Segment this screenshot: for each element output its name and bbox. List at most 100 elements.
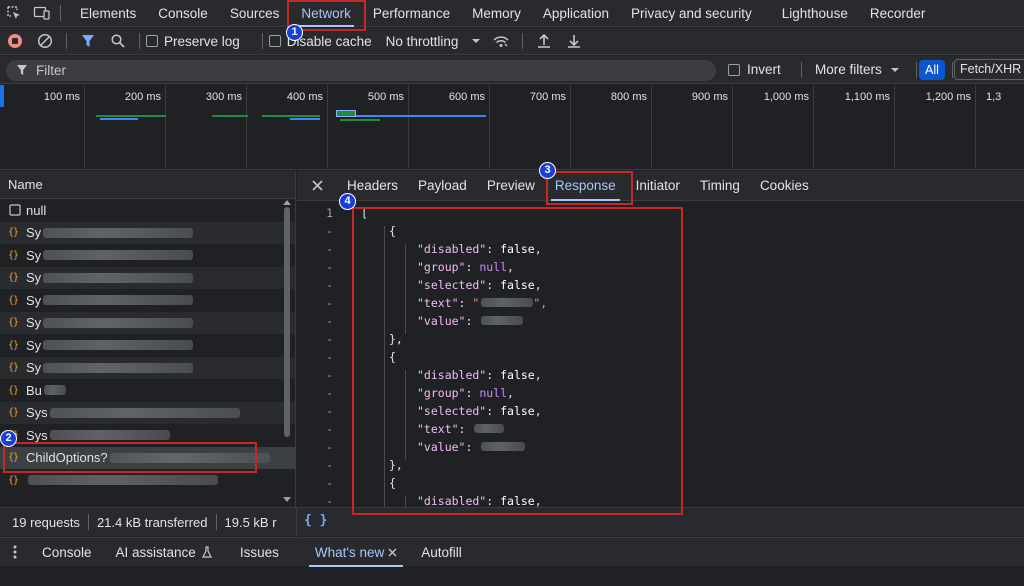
status-bar: 19 requests 21.4 kB transferred 19.5 kB …	[0, 507, 1024, 537]
json-icon: {}	[8, 339, 19, 351]
tab-performance[interactable]: Performance	[362, 0, 461, 27]
filter-fetch-xhr-chip[interactable]: Fetch/XHR	[954, 59, 1024, 80]
annotation-badge: 2	[0, 430, 17, 447]
redacted-text	[43, 362, 194, 373]
redacted-text	[49, 430, 170, 441]
close-icon[interactable]	[388, 548, 397, 557]
annotation-badge: 3	[539, 162, 556, 179]
import-har-icon[interactable]	[529, 28, 559, 55]
export-har-icon[interactable]	[559, 28, 589, 55]
redacted-text	[43, 340, 194, 351]
scroll-down-icon[interactable]	[283, 497, 291, 502]
search-icon[interactable]	[103, 28, 133, 55]
redacted-text	[49, 407, 240, 418]
tab-privacy-security[interactable]: Privacy and security	[620, 0, 763, 27]
list-item[interactable]: {}Sys	[0, 424, 295, 447]
tab-lighthouse[interactable]: Lighthouse	[771, 0, 859, 27]
list-item[interactable]: {}	[0, 469, 295, 492]
timeline-tick: 200 ms	[85, 85, 166, 169]
json-icon: {}	[8, 317, 19, 329]
timeline-tick: 900 ms	[652, 85, 733, 169]
filter-all-chip[interactable]: All	[919, 60, 945, 80]
redacted-text	[43, 295, 194, 306]
flask-icon	[201, 546, 212, 558]
request-name: Sys	[26, 427, 48, 443]
list-item[interactable]: {} Sy	[0, 266, 295, 289]
network-conditions-icon[interactable]	[486, 28, 516, 55]
dropdown-arrow-icon[interactable]	[466, 38, 486, 44]
drawer-tab-whats-new[interactable]: What's new	[303, 538, 409, 567]
clear-icon[interactable]	[30, 28, 60, 55]
drawer-tab-autofill[interactable]: Autofill	[409, 538, 474, 567]
toolbar-divider	[522, 33, 524, 49]
tab-memory[interactable]: Memory	[461, 0, 532, 27]
tab-network[interactable]: Network	[290, 0, 362, 27]
tab-sources[interactable]: Sources	[219, 0, 291, 27]
device-toolbar-icon[interactable]	[28, 0, 56, 27]
more-options-icon[interactable]	[0, 538, 30, 567]
scroll-up-icon[interactable]	[283, 200, 291, 205]
name-column-header[interactable]: Name	[0, 171, 295, 199]
redacted-text	[43, 250, 194, 261]
filter-input[interactable]: Filter	[6, 60, 716, 81]
invert-checkbox[interactable]	[728, 64, 740, 76]
timeline-tick: 800 ms	[571, 85, 652, 169]
disable-cache-checkbox[interactable]	[268, 35, 281, 47]
drawer-tab-console[interactable]: Console	[30, 538, 104, 567]
tab-recorder[interactable]: Recorder	[859, 0, 937, 27]
timeline-tick: 700 ms	[490, 85, 571, 169]
list-item[interactable]: {} Sy	[0, 244, 295, 267]
timeline-bar	[262, 115, 320, 117]
list-item-selected[interactable]: {} ChildOptions?	[0, 446, 295, 469]
request-count: 19 requests	[12, 514, 80, 530]
scrollbar-thumb[interactable]	[284, 207, 290, 437]
tab-initiator[interactable]: Initiator	[626, 171, 690, 201]
request-name: Sy	[26, 315, 42, 331]
preserve-log-checkbox[interactable]	[146, 35, 158, 47]
redacted-text	[43, 385, 66, 396]
doc-icon	[8, 204, 22, 216]
filter-funnel-icon[interactable]	[73, 28, 103, 55]
list-item[interactable]: {} Sy	[0, 356, 295, 379]
code-line: - "disabled": false,	[326, 494, 542, 507]
network-overview[interactable]: 100 ms 200 ms 300 ms 400 ms 500 ms 600 m…	[0, 85, 1024, 170]
json-icon: {}	[8, 474, 19, 486]
inspect-element-icon[interactable]	[0, 0, 28, 27]
filter-funnel-icon	[16, 64, 28, 76]
list-item[interactable]: null	[0, 199, 295, 222]
drawer-tab-issues[interactable]: Issues	[228, 538, 291, 567]
list-item[interactable]: {} Sy	[0, 221, 295, 244]
list-item[interactable]: {} Sy	[0, 311, 295, 334]
code-line: - "selected": false,	[326, 404, 542, 418]
response-code-viewer[interactable]: 1[ -{ - "disabled": false, - "group": null…	[297, 202, 1024, 507]
tab-timing[interactable]: Timing	[690, 171, 750, 201]
request-name: Sy	[26, 360, 42, 376]
redacted-text	[28, 475, 218, 486]
code-line: - "text": " ",	[326, 296, 548, 310]
filter-bar: Filter Invert More filters All Fetch/XHR	[0, 56, 1024, 84]
chevron-down-icon[interactable]	[890, 67, 900, 73]
tab-application[interactable]: Application	[532, 0, 620, 27]
stop-recording-icon[interactable]	[0, 28, 30, 55]
tab-response[interactable]: Response	[545, 171, 626, 201]
annotation-badge: 4	[339, 193, 356, 210]
tab-preview[interactable]: Preview	[477, 171, 545, 201]
tab-cookies[interactable]: Cookies	[750, 171, 819, 201]
list-item[interactable]: {} Bu	[0, 379, 295, 402]
request-rows: null {} Sy {} Sy {} Sy {} Sy {} Sy {} Sy {} Sy …	[0, 199, 295, 492]
list-item[interactable]: {} Sy	[0, 334, 295, 357]
list-item[interactable]: {} Sy	[0, 289, 295, 312]
more-filters-button[interactable]: More filters	[815, 62, 882, 77]
throttling-select[interactable]: No throttling	[386, 34, 459, 49]
list-item[interactable]: {}Sys	[0, 401, 295, 424]
pretty-print-icon[interactable]: { }	[304, 513, 327, 528]
tab-payload[interactable]: Payload	[408, 171, 477, 201]
request-name: Sy	[26, 270, 42, 286]
tab-elements[interactable]: Elements	[69, 0, 147, 27]
drawer-tab-ai-assistance[interactable]: AI assistance	[104, 538, 224, 567]
code-line: -{	[326, 476, 396, 490]
close-icon[interactable]	[297, 171, 337, 201]
timeline-tick: 1,3	[986, 91, 1002, 103]
code-line: - "value":	[297, 312, 1024, 330]
tab-console[interactable]: Console	[147, 0, 219, 27]
